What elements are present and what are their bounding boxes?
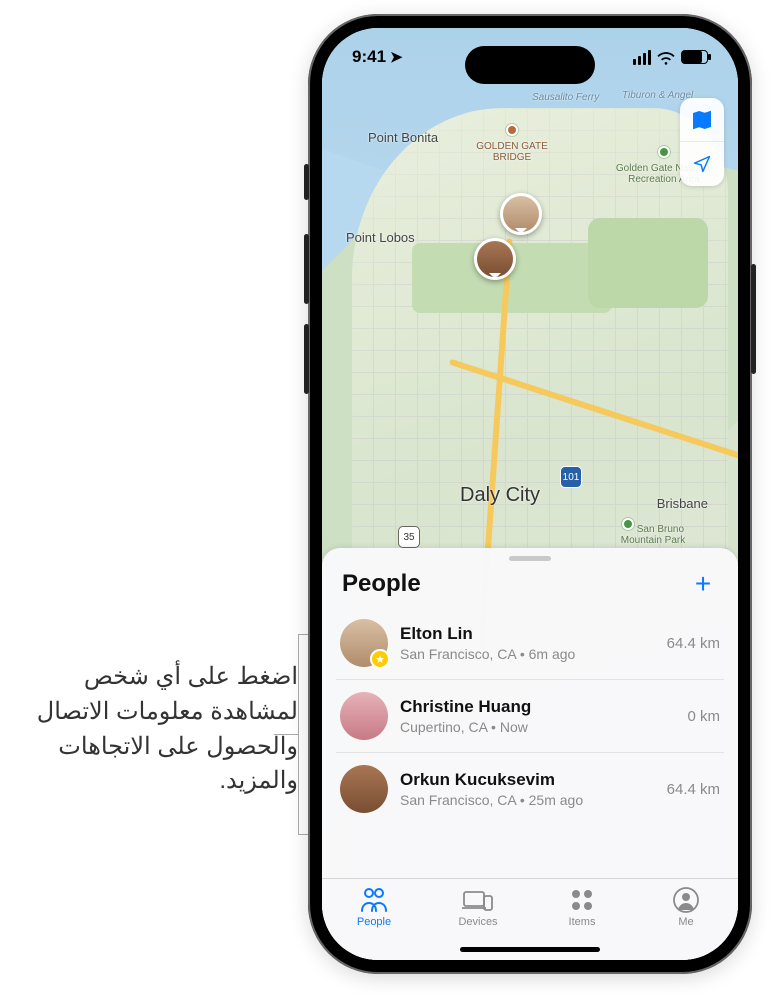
home-indicator[interactable] [460, 947, 600, 952]
separator: • [487, 719, 500, 735]
sheet-grabber[interactable] [509, 556, 551, 561]
person-location: San Francisco, CA [400, 646, 516, 662]
poi-dot-icon [658, 146, 670, 158]
plus-icon: + [695, 568, 711, 599]
avatar [340, 692, 388, 740]
devices-icon [462, 887, 494, 913]
map-label: Daly City [460, 484, 540, 507]
tab-me[interactable]: Me [634, 879, 738, 960]
me-icon [673, 887, 699, 913]
person-location: Cupertino, CA [400, 719, 487, 735]
status-time: 9:41 [352, 47, 386, 67]
poi-dot-icon [506, 124, 518, 136]
person-row[interactable]: Orkun Kucuksevim San Francisco, CA • 25m… [336, 752, 724, 825]
avatar: ★ [340, 619, 388, 667]
poi-dot-icon [622, 518, 634, 530]
battery-icon [681, 50, 708, 64]
person-distance: 64.4 km [667, 781, 720, 798]
map-person-marker[interactable] [500, 193, 542, 235]
avatar [340, 765, 388, 813]
people-list: ★ Elton Lin San Francisco, CA • 6m ago 6… [322, 607, 738, 878]
map-poi-label: GOLDEN GATE BRIDGE [472, 124, 552, 163]
tab-people[interactable]: People [322, 879, 426, 960]
map-label: Point Bonita [368, 130, 438, 145]
separator: • [516, 792, 529, 808]
locate-me-button[interactable] [680, 142, 724, 186]
annotation-callout: اضغط على أي شخص لمشاهدة معلومات الاتصال … [10, 660, 298, 799]
person-location: San Francisco, CA [400, 792, 516, 808]
location-arrow-icon [692, 154, 712, 174]
location-services-icon: ➤ [390, 48, 403, 66]
map-mode-button[interactable] [680, 98, 724, 142]
person-timestamp: Now [500, 719, 528, 735]
map-ferry-label: Sausalito Ferry [532, 92, 599, 103]
separator: • [516, 646, 529, 662]
side-button [304, 324, 309, 394]
callout-connector [274, 734, 298, 735]
sheet-title: People [342, 570, 421, 598]
favorite-star-icon: ★ [370, 649, 390, 669]
map-ferry-label: Tiburon & Angel [622, 90, 693, 101]
wifi-icon [657, 50, 675, 64]
callout-connector [298, 634, 299, 834]
map-controls [680, 98, 724, 186]
items-icon [569, 887, 595, 913]
cellular-signal-icon [633, 50, 651, 65]
dynamic-island [465, 46, 595, 84]
side-button [751, 264, 756, 374]
people-sheet: People + ★ Elton Lin San Francisco, CA •… [322, 548, 738, 960]
map-park [588, 218, 708, 308]
side-button [304, 164, 309, 200]
tab-label: Items [569, 916, 596, 928]
route-shield: 101 [560, 466, 582, 488]
map-label-text: GOLDEN GATE BRIDGE [476, 141, 548, 163]
people-icon [359, 887, 389, 913]
person-name: Orkun Kucuksevim [400, 770, 655, 790]
person-row[interactable]: Christine Huang Cupertino, CA • Now 0 km [336, 679, 724, 752]
add-person-button[interactable]: + [688, 569, 718, 599]
map-person-marker[interactable] [474, 238, 516, 280]
map-poi-label: San Bruno Mountain Park [608, 518, 698, 546]
tab-label: People [357, 916, 391, 928]
map-icon [691, 109, 713, 131]
iphone-frame: 9:41 ➤ Point Bonita GOLDEN GA [308, 14, 752, 974]
map-label: Brisbane [657, 496, 708, 511]
person-name: Elton Lin [400, 624, 655, 644]
tab-label: Me [678, 916, 693, 928]
map-label: Point Lobos [346, 230, 415, 245]
person-subtitle: San Francisco, CA • 6m ago [400, 646, 655, 662]
person-timestamp: 25m ago [529, 792, 583, 808]
person-subtitle: San Francisco, CA • 25m ago [400, 792, 655, 808]
route-shield: 35 [398, 526, 420, 548]
tab-label: Devices [458, 916, 497, 928]
person-distance: 64.4 km [667, 635, 720, 652]
screen: 9:41 ➤ Point Bonita GOLDEN GA [322, 28, 738, 960]
person-distance: 0 km [687, 708, 720, 725]
person-name: Christine Huang [400, 697, 675, 717]
person-subtitle: Cupertino, CA • Now [400, 719, 675, 735]
side-button [304, 234, 309, 304]
person-row[interactable]: ★ Elton Lin San Francisco, CA • 6m ago 6… [336, 607, 724, 679]
person-timestamp: 6m ago [529, 646, 576, 662]
